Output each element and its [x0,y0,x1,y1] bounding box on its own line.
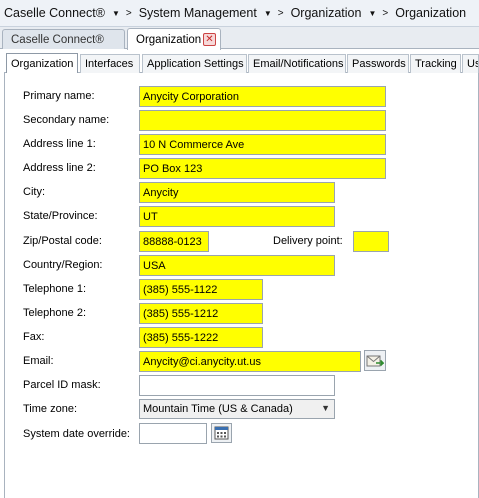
country-label: Country/Region: [23,259,103,271]
dropdown-arrow-icon[interactable]: ▼ [368,9,376,18]
breadcrumb: Caselle Connect® ▼ > System Management ▼ >… [0,0,479,27]
chevron-right-icon: > [277,7,284,19]
telephone-1-input[interactable]: (385) 555-1122 [139,279,263,300]
breadcrumb-separator[interactable]: ▼ > [112,8,132,19]
breadcrumb-item-app[interactable]: Caselle Connect® [4,6,105,20]
state-input[interactable]: UT [139,206,335,227]
address-line-1-input[interactable]: 10 N Commerce Ave [139,134,386,155]
country-input[interactable]: USA [139,255,335,276]
email-label: Email: [23,355,54,367]
parcel-id-mask-input[interactable] [139,375,335,396]
delivery-point-label: Delivery point: [273,235,343,247]
address-line-2-input[interactable]: PO Box 123 [139,158,386,179]
telephone-1-label: Telephone 1: [23,283,86,295]
state-label: State/Province: [23,210,98,222]
tab-interfaces[interactable]: Interfaces [80,54,140,73]
address-line-2-label: Address line 2: [23,162,96,174]
telephone-2-label: Telephone 2: [23,307,86,319]
system-date-override-input[interactable] [139,423,207,444]
doc-tab-label: Caselle Connect® [11,33,104,46]
secondary-name-label: Secondary name: [23,114,110,126]
chevron-right-icon: > [125,7,132,19]
system-date-override-label: System date override: [23,428,130,440]
breadcrumb-separator[interactable]: ▼ > [264,8,284,19]
telephone-2-input[interactable]: (385) 555-1212 [139,303,263,324]
zip-label: Zip/Postal code: [23,235,102,247]
calendar-icon [214,426,229,440]
breadcrumb-separator[interactable]: ▼ > [368,8,388,19]
tab-organization[interactable]: Organization [6,53,78,74]
city-label: City: [23,186,45,198]
secondary-name-input[interactable] [139,110,386,131]
breadcrumb-item-system-management[interactable]: System Management [139,6,257,20]
fax-input[interactable]: (385) 555-1222 [139,327,263,348]
tab-application-settings[interactable]: Application Settings [142,54,247,73]
zip-input[interactable]: 88888-0123 [139,231,209,252]
dropdown-arrow-icon[interactable]: ▼ [112,9,120,18]
tab-us[interactable]: Us [462,54,479,73]
primary-name-input[interactable]: Anycity Corporation [139,86,386,107]
tab-tracking[interactable]: Tracking [410,54,461,73]
tab-email-notifications[interactable]: Email/Notifications [248,54,346,73]
close-icon[interactable]: ✕ [203,33,216,46]
fax-label: Fax: [23,331,45,343]
doc-tab-caselle-connect[interactable]: Caselle Connect® [2,29,125,49]
envelope-arrow-icon [366,355,384,366]
section-tab-bar: Organization Interfaces Application Sett… [4,53,479,74]
dropdown-arrow-icon[interactable]: ▼ [264,9,272,18]
address-line-1-label: Address line 1: [23,138,96,150]
delivery-point-input[interactable] [353,231,389,252]
document-tab-bar: Caselle Connect® Organization ✕ [0,27,479,50]
calendar-button[interactable] [211,423,232,443]
doc-tab-label: Organization [136,33,202,46]
tab-passwords[interactable]: Passwords [347,54,409,73]
breadcrumb-item-current[interactable]: Organization [395,6,466,20]
email-input[interactable]: Anycity@ci.anycity.ut.us [139,351,361,372]
chevron-down-icon: ▼ [321,403,330,413]
time-zone-label: Time zone: [23,403,78,415]
primary-name-label: Primary name: [23,90,95,102]
chevron-right-icon: > [382,7,389,19]
time-zone-select[interactable]: Mountain Time (US & Canada) ▼ [139,399,335,419]
city-input[interactable]: Anycity [139,182,335,203]
breadcrumb-item-organization[interactable]: Organization [291,6,362,20]
doc-tab-organization[interactable]: Organization ✕ [127,28,221,50]
send-email-button[interactable] [364,350,386,371]
time-zone-value: Mountain Time (US & Canada) [143,403,293,415]
parcel-id-mask-label: Parcel ID mask: [23,379,101,391]
